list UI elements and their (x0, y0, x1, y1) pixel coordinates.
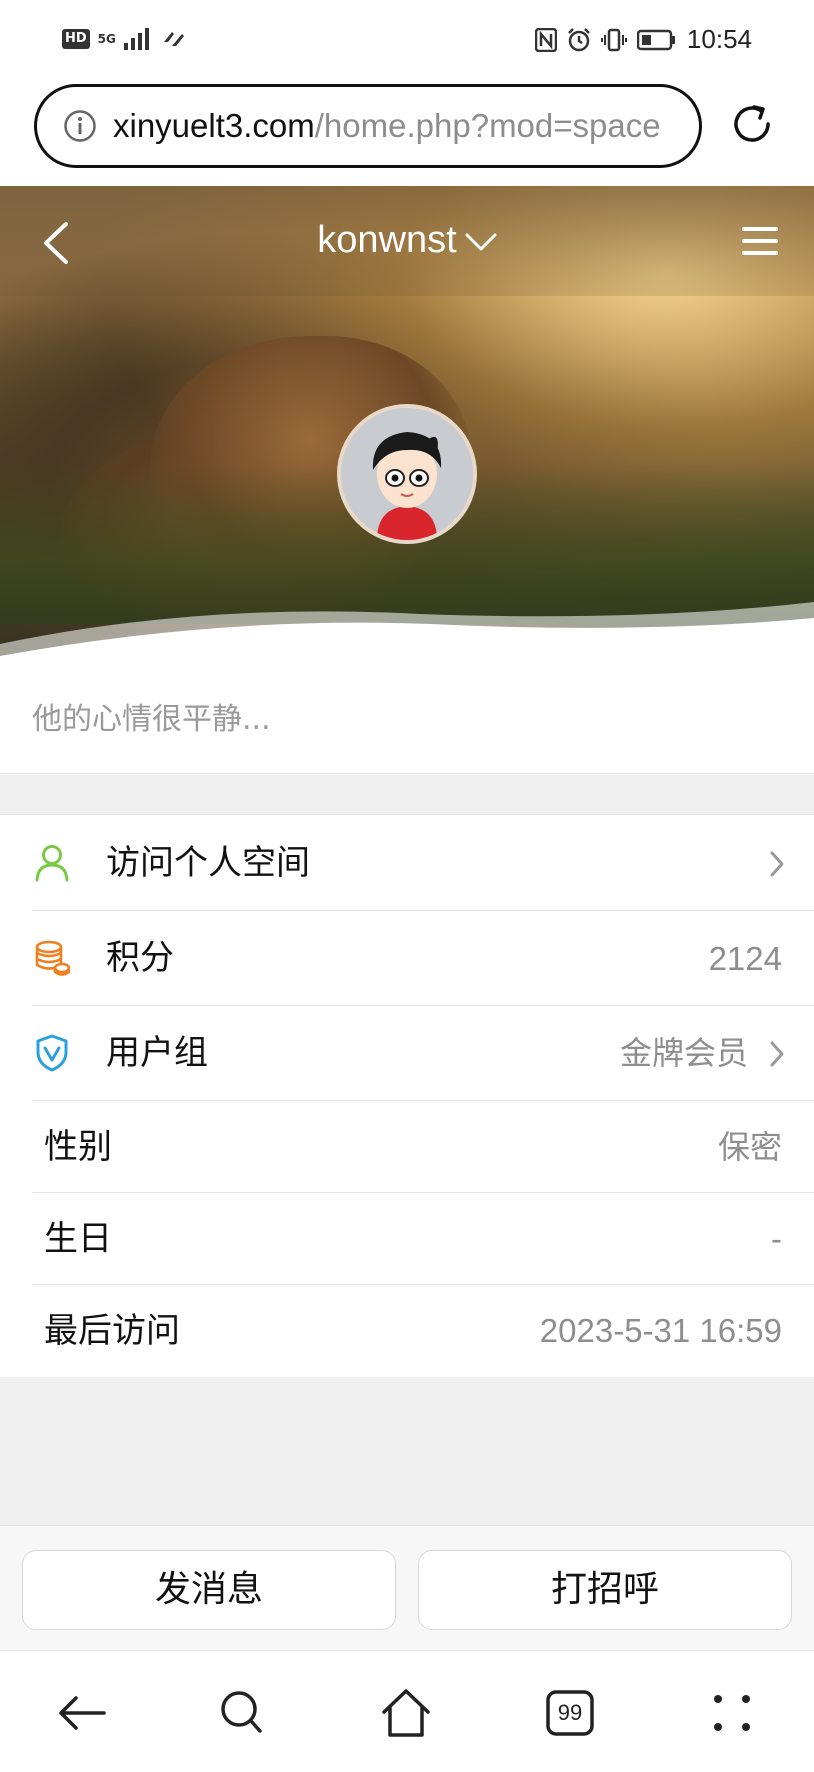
list-item-last-visit: 最后访问 2023-5-31 16:59 (0, 1285, 814, 1377)
cover-wave-divider (0, 602, 814, 664)
hd-badge: HD (62, 29, 90, 49)
search-icon[interactable] (214, 1685, 270, 1741)
list-item-user-group[interactable]: 用户组 金牌会员 (0, 1006, 814, 1101)
row-label: 生日 (44, 1219, 112, 1259)
user-icon (35, 845, 69, 882)
clock: 10:54 (686, 24, 752, 54)
profile-signature: 他的心情很平静... (0, 664, 814, 774)
action-bar: 发消息 打招呼 (0, 1525, 814, 1651)
url-host: xinyuelt3.com (113, 107, 315, 144)
browser-bottom-nav: 99 (0, 1651, 814, 1772)
coins-icon (35, 940, 70, 976)
chevron-down-icon (465, 233, 497, 251)
birthday-value: - (771, 1220, 782, 1257)
send-message-button[interactable]: 发消息 (22, 1550, 396, 1630)
url-field[interactable]: xinyuelt3.com/home.php?mod=space (34, 84, 702, 168)
more-icon[interactable] (704, 1685, 760, 1741)
status-left: HD 5G (62, 28, 186, 50)
section-gap (0, 775, 814, 815)
info-icon[interactable] (63, 109, 97, 143)
username-dropdown[interactable]: konwnst (0, 212, 814, 268)
home-icon[interactable] (378, 1685, 434, 1741)
gender-value: 保密 (717, 1128, 782, 1166)
list-item-visit-space[interactable]: 访问个人空间 (0, 816, 814, 911)
section-gap (0, 1377, 814, 1525)
back-arrow-icon[interactable] (54, 1685, 110, 1741)
row-label: 最后访问 (44, 1311, 180, 1351)
shield-v-icon (36, 1034, 68, 1072)
greet-button[interactable]: 打招呼 (418, 1550, 792, 1630)
tabs-count: 99 (557, 1700, 583, 1725)
row-label: 积分 (106, 938, 174, 978)
url-path: /home.php?mod=space (314, 107, 661, 144)
battery-icon (636, 29, 675, 50)
list-item-points: 积分 2124 (0, 911, 814, 1006)
signal-icon (123, 28, 149, 50)
row-label: 用户组 (106, 1033, 208, 1073)
avatar-cartoon-icon (341, 408, 473, 540)
nfc-icon (534, 27, 557, 52)
menu-icon[interactable] (740, 224, 780, 258)
status-right: 10:54 (534, 24, 752, 55)
profile-cover: konwnst (0, 186, 814, 664)
user-group-value: 金牌会员 (619, 1034, 748, 1072)
row-label: 访问个人空间 (106, 843, 310, 883)
signature-text: 他的心情很平静... (32, 702, 271, 737)
list-item-gender: 性别 保密 (0, 1101, 814, 1193)
network-badge: 5G (97, 32, 116, 46)
status-bar: HD 5G 10:54 (0, 0, 814, 80)
points-value: 2124 (708, 940, 782, 977)
last-visit-value: 2023-5-31 16:59 (539, 1312, 782, 1349)
tabs-button[interactable]: 99 (542, 1685, 598, 1741)
wifi-calling-icon (163, 32, 184, 46)
avatar[interactable] (337, 404, 477, 544)
list-item-birthday: 生日 - (0, 1193, 814, 1285)
alarm-icon (568, 27, 590, 51)
profile-info-list: 访问个人空间 积分 2124 用户组 金牌会员 性别 保密 生日 - 最后访问 … (0, 816, 814, 1378)
row-label: 性别 (44, 1127, 112, 1167)
browser-address-bar: xinyuelt3.com/home.php?mod=space (0, 80, 814, 186)
vibrate-icon (600, 28, 627, 51)
chevron-right-icon (770, 851, 784, 877)
url-text[interactable]: xinyuelt3.com/home.php?mod=space (113, 87, 693, 165)
chevron-right-icon (770, 1041, 784, 1067)
username: konwnst (317, 219, 457, 261)
refresh-icon[interactable] (728, 100, 776, 148)
